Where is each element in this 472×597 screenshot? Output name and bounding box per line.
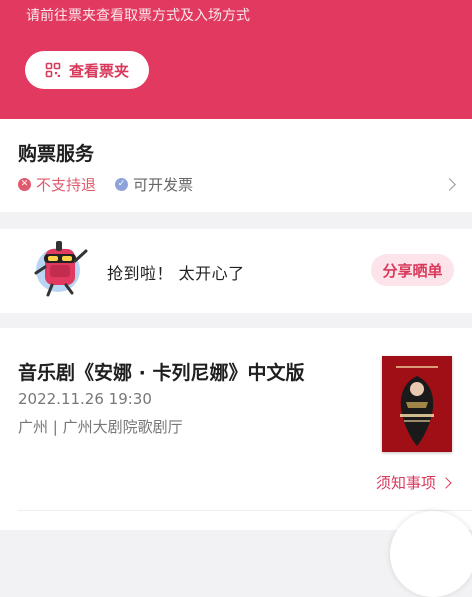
mascot-icon bbox=[28, 237, 92, 299]
invoice-label: 可开发票 bbox=[133, 176, 194, 194]
floating-action-button[interactable] bbox=[390, 511, 472, 597]
show-datetime: 2022.11.26 19:30 bbox=[18, 390, 152, 408]
purchase-service-title: 购票服务 bbox=[18, 143, 95, 165]
show-card[interactable]: 音乐剧《安娜 · 卡列尼娜》中文版 2022.11.26 19:30 广州 | … bbox=[0, 328, 472, 530]
ticket-wallet-icon bbox=[45, 62, 61, 78]
show-venue: 广州 | 广州大剧院歌剧厅 bbox=[18, 418, 183, 436]
view-ticket-wallet-button[interactable]: 查看票夹 bbox=[25, 51, 149, 89]
share-message: 抢到啦！ 太开心了 bbox=[107, 264, 245, 283]
no-refund-tag: ✕ 不支持退 bbox=[18, 174, 96, 195]
notice-label: 须知事项 bbox=[376, 474, 437, 492]
divider bbox=[18, 510, 472, 511]
show-poster-image bbox=[382, 356, 452, 452]
invoice-tag: ✓ 可开发票 bbox=[115, 174, 193, 195]
chevron-right-icon bbox=[443, 178, 456, 191]
chevron-right-icon bbox=[440, 476, 452, 489]
show-title: 音乐剧《安娜 · 卡列尼娜》中文版 bbox=[18, 362, 305, 384]
header-banner: 请前往票夹查看取票方式及入场方式 查看票夹 bbox=[0, 0, 472, 119]
view-ticket-wallet-label: 查看票夹 bbox=[68, 61, 129, 80]
purchase-service-card[interactable]: 购票服务 ✕ 不支持退 ✓ 可开发票 bbox=[0, 119, 472, 212]
share-card: 抢到啦！ 太开心了 分享晒单 bbox=[0, 229, 472, 313]
ticket-hint-text: 请前往票夹查看取票方式及入场方式 bbox=[26, 8, 250, 24]
notice-link[interactable]: 须知事项 bbox=[376, 472, 452, 493]
cross-circle-icon: ✕ bbox=[18, 178, 31, 191]
check-circle-icon: ✓ bbox=[115, 178, 128, 191]
share-order-button[interactable]: 分享晒单 bbox=[371, 254, 454, 286]
no-refund-label: 不支持退 bbox=[36, 176, 97, 194]
